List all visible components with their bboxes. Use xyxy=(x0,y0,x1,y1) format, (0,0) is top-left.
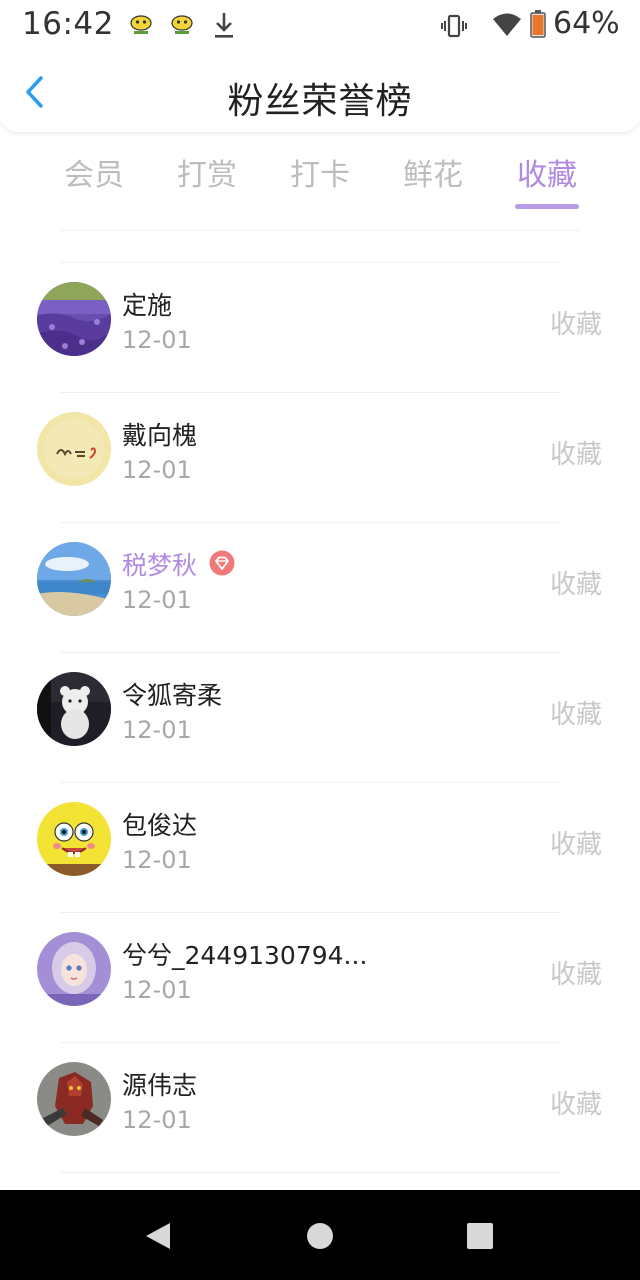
back-triangle-icon[interactable] xyxy=(142,1220,174,1252)
app-icon xyxy=(130,15,152,34)
tab-favorites-label: 收藏 xyxy=(517,158,577,193)
item-date: 12-01 xyxy=(122,1106,192,1134)
user-name: 源伟志 xyxy=(122,1071,198,1100)
divider xyxy=(60,522,560,523)
status-bar: 16:42 64% xyxy=(0,0,640,52)
avatar xyxy=(37,282,111,356)
list-item[interactable]: 兮兮_2449130794... 12-01 收藏 xyxy=(0,912,640,1042)
system-nav-bar xyxy=(0,1190,640,1280)
tab-flowers[interactable]: 鲜花 xyxy=(388,150,478,194)
user-name: 包俊达 xyxy=(122,811,198,840)
tab-bar: 会员 打赏 打卡 鲜花 收藏 xyxy=(0,150,640,216)
wifi-icon xyxy=(493,13,521,36)
user-name: 税梦秋 xyxy=(122,551,198,580)
list-item[interactable]: 令狐寄柔 12-01 收藏 xyxy=(0,652,640,782)
vip-diamond-icon xyxy=(209,550,235,576)
download-icon xyxy=(215,13,233,38)
item-date: 12-01 xyxy=(122,846,192,874)
active-tab-indicator xyxy=(515,204,579,209)
battery-percentage: 64% xyxy=(553,6,620,41)
divider xyxy=(60,912,560,913)
vibrate-icon xyxy=(441,14,467,38)
tab-membership[interactable]: 会员 xyxy=(49,150,139,194)
avatar xyxy=(37,412,111,486)
list-item[interactable]: 包俊达 12-01 收藏 xyxy=(0,782,640,912)
divider xyxy=(60,262,560,263)
user-name: 令狐寄柔 xyxy=(122,681,223,710)
divider xyxy=(60,652,560,653)
list-item[interactable]: 源伟志 12-01 收藏 xyxy=(0,1042,640,1172)
user-name: 兮兮_2449130794... xyxy=(122,941,368,970)
avatar xyxy=(37,802,111,876)
list-end xyxy=(0,1172,640,1192)
header: 粉丝荣誉榜 xyxy=(0,52,640,132)
page-title: 粉丝荣誉榜 xyxy=(227,81,413,122)
divider xyxy=(60,230,580,231)
list-item[interactable]: 定施 12-01 收藏 xyxy=(0,262,640,392)
favorite-label: 收藏 xyxy=(549,570,602,600)
list-item[interactable]: 戴向槐 12-01 收藏 xyxy=(0,392,640,522)
divider xyxy=(60,1042,560,1043)
item-date: 12-01 xyxy=(122,586,192,614)
recents-square-icon[interactable] xyxy=(464,1220,496,1252)
tab-checkin[interactable]: 打卡 xyxy=(275,150,365,194)
avatar xyxy=(37,672,111,746)
tab-favorites[interactable]: 收藏 xyxy=(502,150,592,209)
divider xyxy=(60,782,560,783)
favorite-label: 收藏 xyxy=(549,440,602,470)
status-time: 16:42 xyxy=(22,6,114,42)
divider xyxy=(60,1172,560,1173)
item-date: 12-01 xyxy=(122,716,192,744)
divider xyxy=(60,392,560,393)
user-name: 戴向槐 xyxy=(122,421,198,450)
favorite-label: 收藏 xyxy=(549,960,602,990)
item-date: 12-01 xyxy=(122,976,192,1004)
battery-icon xyxy=(530,10,546,38)
item-date: 12-01 xyxy=(122,326,192,354)
favorite-label: 收藏 xyxy=(549,1090,602,1120)
app-icon xyxy=(171,15,193,34)
item-date: 12-01 xyxy=(122,456,192,484)
favorite-label: 收藏 xyxy=(549,700,602,730)
tab-reward[interactable]: 打赏 xyxy=(162,150,252,194)
user-name: 定施 xyxy=(122,291,173,320)
fan-list: 定施 12-01 收藏 戴向槐 12-01 收藏 税梦秋 12-01 收藏 令狐… xyxy=(0,262,640,1192)
favorite-label: 收藏 xyxy=(549,830,602,860)
home-circle-icon[interactable] xyxy=(304,1220,336,1252)
avatar xyxy=(37,542,111,616)
avatar xyxy=(37,932,111,1006)
favorite-label: 收藏 xyxy=(549,310,602,340)
avatar xyxy=(37,1062,111,1136)
list-item[interactable]: 税梦秋 12-01 收藏 xyxy=(0,522,640,652)
